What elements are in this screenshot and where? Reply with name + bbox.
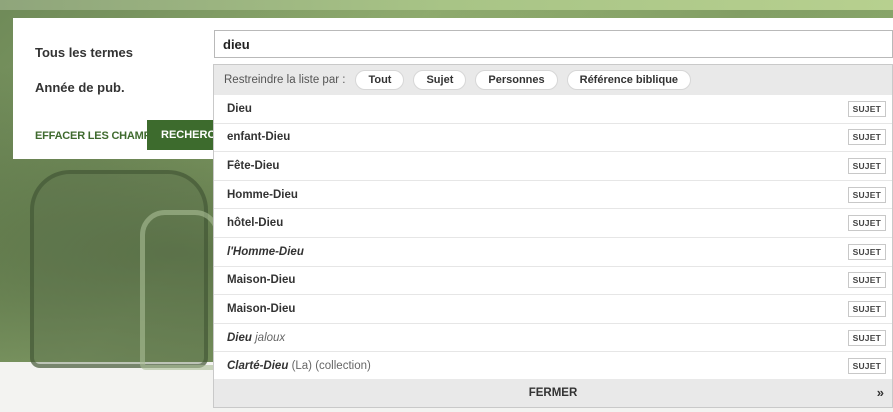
suggestion-item[interactable]: Fête-Dieu SUJET: [214, 152, 892, 181]
suggestion-term: Maison-Dieu: [227, 302, 296, 315]
type-badge: SUJET: [847, 300, 886, 317]
suggestion-text: hôtel-Dieu: [227, 217, 283, 229]
suggestion-qualifier: (La) (collection): [291, 360, 371, 373]
close-bar[interactable]: FERMER »: [214, 379, 892, 407]
type-badge: SUJET: [847, 186, 886, 203]
year-label: Année de pub.: [35, 80, 125, 95]
filter-bar: Restreindre la liste par : Tout Sujet Pe…: [214, 65, 892, 95]
more-arrow-icon[interactable]: »: [877, 385, 884, 400]
suggestion-term: enfant-Dieu: [227, 131, 291, 144]
type-badge: SUJET: [847, 129, 886, 146]
type-badge: SUJET: [847, 243, 886, 260]
clear-fields-link[interactable]: EFFACER LES CHAMPS: [35, 130, 158, 142]
filter-label: Restreindre la liste par :: [224, 74, 346, 86]
terms-label: Tous les termes: [35, 45, 134, 60]
suggestion-item[interactable]: Maison-Dieu SUJET: [214, 267, 892, 296]
type-badge: SUJET: [847, 358, 886, 375]
background-chair-frame: [140, 210, 220, 370]
suggestion-term: Fête-Dieu: [227, 159, 280, 172]
suggestion-text: Homme-Dieu: [227, 189, 298, 201]
suggestion-item[interactable]: l'Homme-Dieu SUJET: [214, 238, 892, 267]
suggestion-list: Dieu SUJET enfant-Dieu SUJET Fête-Dieu SUJET H…: [214, 95, 892, 381]
filter-chip-persons[interactable]: Personnes: [475, 70, 558, 90]
suggestion-term: l'Homme-Dieu: [227, 245, 304, 258]
suggestion-text: enfant-Dieu: [227, 131, 290, 143]
autocomplete-dropdown: Restreindre la liste par : Tout Sujet Pe…: [213, 64, 893, 408]
suggestion-qualifier: jaloux: [255, 331, 286, 344]
suggestion-item[interactable]: Maison-Dieu SUJET: [214, 295, 892, 324]
suggestion-term: Clarté-Dieu: [227, 360, 289, 373]
suggestion-text: l'Homme-Dieu: [227, 246, 304, 258]
suggestion-term: Homme-Dieu: [227, 188, 298, 201]
type-badge: SUJET: [847, 100, 886, 117]
suggestion-text: Dieu jaloux: [227, 332, 285, 344]
type-badge: SUJET: [847, 272, 886, 289]
close-label: FERMER: [528, 387, 578, 399]
suggestion-item[interactable]: Dieu SUJET: [214, 95, 892, 124]
type-badge: SUJET: [847, 157, 886, 174]
search-input[interactable]: [214, 30, 893, 58]
type-badge: SUJET: [847, 215, 886, 232]
suggestion-text: Maison-Dieu: [227, 303, 295, 315]
filter-chip-subject[interactable]: Sujet: [413, 70, 467, 90]
suggestion-text: Maison-Dieu: [227, 274, 295, 286]
type-badge: SUJET: [847, 329, 886, 346]
suggestion-term: Dieu: [227, 331, 252, 344]
suggestion-item[interactable]: Clarté-Dieu (La) (collection) SUJET: [214, 352, 892, 381]
suggestion-text: Fête-Dieu: [227, 160, 279, 172]
filter-chip-all[interactable]: Tout: [355, 70, 405, 90]
suggestion-item[interactable]: Dieu jaloux SUJET: [214, 324, 892, 353]
suggestion-item[interactable]: hôtel-Dieu SUJET: [214, 209, 892, 238]
suggestion-term: Maison-Dieu: [227, 274, 296, 287]
suggestion-term: hôtel-Dieu: [227, 217, 284, 230]
suggestion-text: Dieu: [227, 103, 252, 115]
filter-chip-biblical-reference[interactable]: Référence biblique: [566, 70, 692, 90]
top-strip: [0, 0, 893, 10]
suggestion-item[interactable]: Homme-Dieu SUJET: [214, 181, 892, 210]
suggestion-text: Clarté-Dieu (La) (collection): [227, 360, 371, 372]
suggestion-item[interactable]: enfant-Dieu SUJET: [214, 124, 892, 153]
suggestion-term: Dieu: [227, 102, 252, 115]
